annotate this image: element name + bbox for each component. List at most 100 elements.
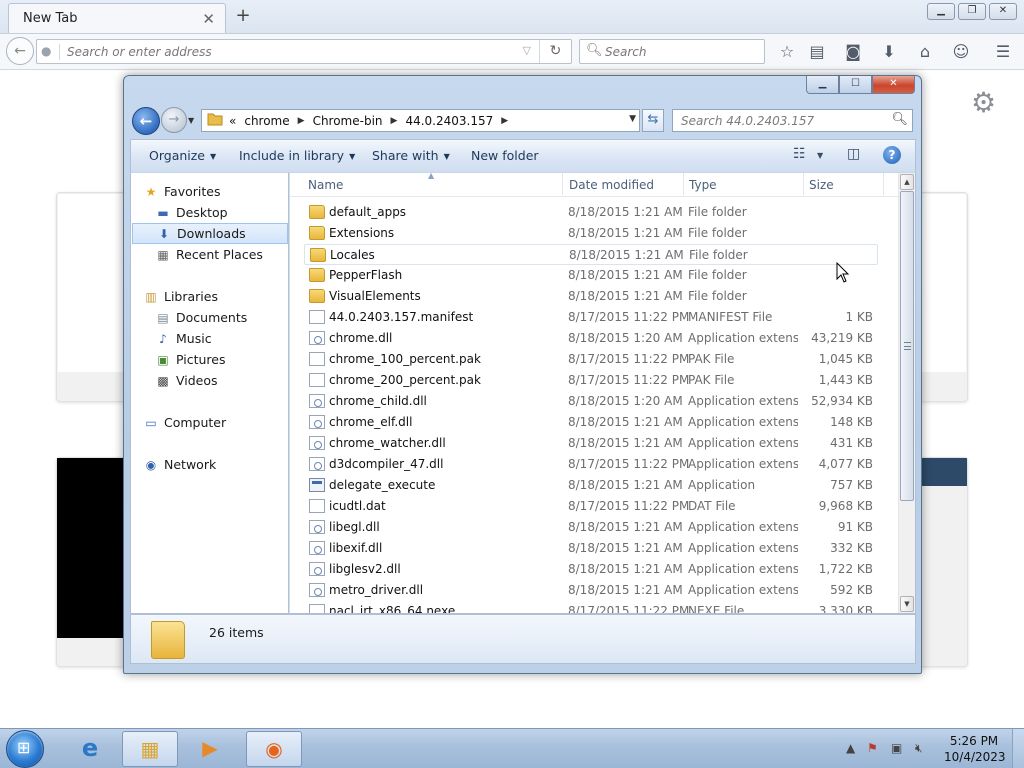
share-with-button[interactable]: Share with ▼	[372, 148, 450, 163]
view-options-dropdown-icon[interactable]: ▼	[817, 151, 823, 160]
url-history-dropdown-icon[interactable]: ▽	[523, 44, 531, 57]
show-hidden-icons-icon[interactable]: ▲	[846, 741, 855, 755]
browser-close-button[interactable]: ✕	[989, 3, 1017, 20]
breadcrumb-overflow[interactable]: «	[229, 114, 236, 128]
nav-downloads[interactable]: ⬇ Downloads	[132, 223, 288, 244]
column-divider[interactable]	[883, 173, 884, 195]
nav-pictures[interactable]: ▣ Pictures	[155, 349, 288, 370]
file-row[interactable]: chrome_watcher.dll 8/18/2015 1:21 AM Appli…	[304, 433, 878, 454]
bookmarks-list-icon[interactable]: ▤	[805, 40, 829, 64]
taskbar-media-player[interactable]: ▶	[182, 731, 238, 767]
taskbar-internet-explorer[interactable]: e	[62, 731, 118, 767]
column-type[interactable]: Type	[689, 178, 717, 192]
nav-documents[interactable]: ▤ Documents	[155, 307, 288, 328]
file-row[interactable]: PepperFlash 8/18/2015 1:21 AM File folder	[304, 265, 878, 286]
explorer-close-button[interactable]: ✕	[872, 76, 915, 94]
include-in-library-button[interactable]: Include in library ▼	[239, 148, 355, 163]
preview-pane-icon[interactable]: ◫	[847, 146, 860, 162]
explorer-search-box[interactable]: Search 44.0.2403.157 🔍︎	[672, 109, 913, 132]
reload-icon[interactable]: ↻	[539, 40, 571, 63]
explorer-forward-button[interactable]: →	[161, 107, 187, 133]
vertical-scrollbar[interactable]: ▲ ▼	[898, 173, 915, 613]
column-name[interactable]: Name	[308, 178, 343, 192]
tab-close-icon[interactable]: ✕	[202, 10, 215, 28]
column-divider[interactable]	[562, 173, 563, 195]
site-identity-icon[interactable]: ●	[41, 44, 57, 60]
recent-pages-dropdown-icon[interactable]: ▼	[188, 116, 194, 125]
nav-videos[interactable]: ▩ Videos	[155, 370, 288, 391]
nav-network[interactable]: ◉ Network	[143, 454, 300, 475]
help-icon[interactable]: ?	[883, 146, 901, 164]
file-row[interactable]: metro_driver.dll 8/18/2015 1:21 AM Applica…	[304, 580, 878, 601]
home-icon[interactable]: ⌂	[913, 40, 937, 64]
nav-libraries[interactable]: ▥ Libraries	[143, 286, 300, 307]
breadcrumb-chrome[interactable]: chrome	[244, 114, 289, 128]
file-row[interactable]: nacl_irt_x86_64.nexe 8/17/2015 11:22 PM NE…	[304, 601, 878, 613]
taskbar-windows-explorer[interactable]: ▦	[122, 731, 178, 767]
file-row[interactable]: libexif.dll 8/18/2015 1:21 AM Application …	[304, 538, 878, 559]
file-row[interactable]: VisualElements 8/18/2015 1:21 AM File fold…	[304, 286, 878, 307]
breadcrumb-chevron-icon[interactable]: ▶	[391, 116, 398, 126]
file-row[interactable]: libegl.dll 8/18/2015 1:21 AM Application e…	[304, 517, 878, 538]
column-size[interactable]: Size	[809, 178, 834, 192]
breadcrumb-chrome-bin[interactable]: Chrome-bin	[313, 114, 383, 128]
file-row[interactable]: default_apps 8/18/2015 1:21 AM File folder	[304, 202, 878, 223]
address-dropdown-icon[interactable]: ▼	[629, 114, 636, 124]
file-row[interactable]: Locales 8/18/2015 1:21 AM File folder	[304, 244, 878, 265]
nav-music[interactable]: ♪ Music	[155, 328, 288, 349]
url-bar[interactable]: ● Search or enter address ▽ ↻	[36, 39, 572, 64]
new-tab-button[interactable]: +	[233, 6, 253, 26]
explorer-back-button[interactable]: ←	[132, 107, 160, 135]
refresh-button[interactable]: ⇆	[642, 109, 664, 132]
browser-search-box[interactable]: 🔍︎ Search	[579, 39, 765, 64]
nav-computer[interactable]: ▭ Computer	[143, 412, 300, 433]
breadcrumb-version[interactable]: 44.0.2403.157	[405, 114, 493, 128]
file-row[interactable]: chrome_elf.dll 8/18/2015 1:21 AM Applicati…	[304, 412, 878, 433]
column-date-modified[interactable]: Date modified	[569, 178, 654, 192]
address-bar[interactable]: « chrome ▶ Chrome-bin ▶ 44.0.2403.157 ▶ …	[201, 109, 640, 132]
file-row[interactable]: Extensions 8/18/2015 1:21 AM File folder	[304, 223, 878, 244]
column-divider[interactable]	[803, 173, 804, 195]
file-row[interactable]: chrome_child.dll 8/18/2015 1:20 AM Applica…	[304, 391, 878, 412]
start-button[interactable]	[6, 730, 44, 768]
pocket-icon[interactable]: ◙	[841, 40, 865, 64]
downloads-icon[interactable]: ⬇	[877, 40, 901, 64]
hello-chat-icon[interactable]: ☺	[949, 40, 973, 64]
organize-button[interactable]: Organize ▼	[149, 148, 216, 163]
file-row[interactable]: chrome_100_percent.pak 8/17/2015 11:22 PM…	[304, 349, 878, 370]
scrollbar-thumb[interactable]	[900, 191, 914, 501]
file-row[interactable]: libglesv2.dll 8/18/2015 1:21 AM Applicatio…	[304, 559, 878, 580]
breadcrumb-chevron-icon[interactable]: ▶	[298, 116, 305, 126]
newtab-tile[interactable]	[918, 192, 968, 402]
browser-minimize-button[interactable]: ▁	[927, 3, 955, 20]
file-row[interactable]: 44.0.2403.157.manifest 8/17/2015 11:22 PM…	[304, 307, 878, 328]
file-row[interactable]: d3dcompiler_47.dll 8/17/2015 11:22 PM Appl…	[304, 454, 878, 475]
tab-new-tab[interactable]: New Tab ✕	[8, 3, 226, 33]
nav-recent-places[interactable]: ▦ Recent Places	[155, 244, 288, 265]
newtab-settings-gear-icon[interactable]: ⚙	[971, 86, 996, 119]
breadcrumb-chevron-icon[interactable]: ▶	[501, 116, 508, 126]
file-row[interactable]: chrome_200_percent.pak 8/17/2015 11:22 PM…	[304, 370, 878, 391]
newtab-tile[interactable]	[918, 457, 968, 667]
browser-restore-button[interactable]: ❐	[958, 3, 986, 20]
file-row[interactable]: icudtl.dat 8/17/2015 11:22 PM DAT File 9,96…	[304, 496, 878, 517]
explorer-minimize-button[interactable]: ▁	[806, 76, 839, 94]
explorer-maximize-button[interactable]: ☐	[839, 76, 872, 94]
file-row[interactable]: chrome.dll 8/18/2015 1:20 AM Application e…	[304, 328, 878, 349]
bookmark-star-icon[interactable]: ☆	[775, 40, 799, 64]
back-button[interactable]: ←	[6, 37, 34, 65]
action-center-flag-icon[interactable]: ⚑	[867, 741, 878, 755]
volume-muted-icon[interactable]: 🔇︎	[915, 741, 923, 756]
nav-favorites[interactable]: ★ Favorites	[143, 181, 300, 202]
scroll-down-button[interactable]: ▼	[900, 596, 914, 612]
taskbar-clock[interactable]: 5:26 PM 10/4/2023	[944, 733, 1006, 765]
column-divider[interactable]	[683, 173, 684, 195]
taskbar-firefox[interactable]: ◉	[246, 731, 302, 767]
new-folder-button[interactable]: New folder	[471, 148, 539, 163]
network-tray-icon[interactable]: ▣	[891, 741, 902, 755]
scroll-up-button[interactable]: ▲	[900, 174, 914, 190]
change-view-icon[interactable]: ☷	[793, 146, 806, 162]
show-desktop-button[interactable]	[1012, 729, 1024, 768]
file-row[interactable]: delegate_execute 8/18/2015 1:21 AM Applica…	[304, 475, 878, 496]
menu-hamburger-icon[interactable]: ☰	[991, 40, 1015, 64]
